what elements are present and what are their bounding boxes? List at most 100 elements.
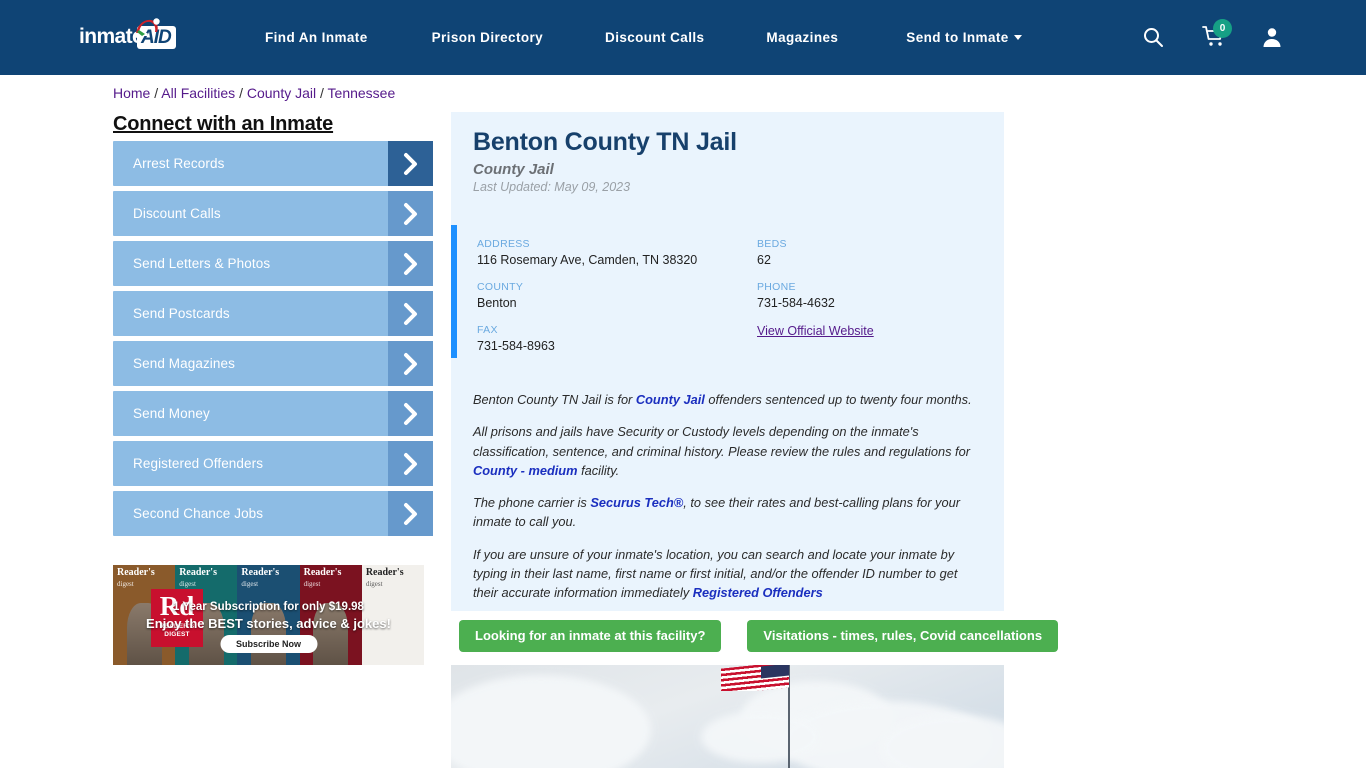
breadcrumb: Home / All Facilities / County Jail / Te… — [113, 85, 395, 101]
chevron-right-icon — [388, 441, 433, 486]
facility-fax-block: FAX 731-584-8963 — [477, 323, 757, 354]
facility-address-block: ADDRESS 116 Rosemary Ave, Camden, TN 383… — [477, 237, 757, 268]
facility-detail-card: Benton County TN Jail County Jail Last U… — [451, 112, 1004, 611]
breadcrumb-separator: / — [320, 85, 324, 101]
breadcrumb-item-home[interactable]: Home — [113, 85, 150, 101]
ad-brand-top: Reader's — [365, 567, 404, 578]
nav-item-find-an-inmate[interactable]: Find An Inmate — [265, 30, 368, 45]
sidebar-item-label: Send Postcards — [133, 306, 230, 321]
readers-digest-ad-banner[interactable]: Reader's digest Reader's digest Reader's… — [113, 565, 424, 665]
ad-brand-top: Reader's — [117, 567, 155, 578]
link-securus-tech[interactable]: Securus Tech® — [590, 495, 683, 510]
view-official-website-link[interactable]: View Official Website — [757, 323, 997, 339]
description-paragraph-4: If you are unsure of your inmate's locat… — [473, 545, 983, 603]
ad-subscribe-button[interactable]: Subscribe Now — [219, 635, 318, 653]
chevron-down-icon — [1013, 35, 1022, 40]
breadcrumb-item-county-jail[interactable]: County Jail — [247, 85, 316, 101]
link-registered-offenders[interactable]: Registered Offenders — [693, 585, 823, 600]
chevron-right-icon — [388, 391, 433, 436]
sidebar-item-discount-calls[interactable]: Discount Calls — [113, 191, 433, 236]
description-paragraph-2: All prisons and jails have Security or C… — [473, 422, 983, 480]
sidebar-item-registered-offenders[interactable]: Registered Offenders — [113, 441, 433, 486]
chevron-right-icon — [388, 291, 433, 336]
p2-text-a: All prisons and jails have Security or C… — [473, 424, 970, 459]
ad-headline-secondary: Enjoy the BEST stories, advice & jokes! — [146, 616, 391, 631]
nav-item-discount-calls[interactable]: Discount Calls — [605, 30, 704, 45]
chevron-right-icon — [388, 491, 433, 536]
visitations-button[interactable]: Visitations - times, rules, Covid cancel… — [747, 620, 1059, 652]
sidebar-heading: Connect with an Inmate — [113, 113, 334, 135]
ad-brand-bottom: digest — [303, 580, 321, 588]
beds-label: BEDS — [757, 238, 787, 250]
ad-brand-top: Reader's — [179, 567, 217, 578]
description-paragraph-1: Benton County TN Jail is for County Jail… — [473, 390, 983, 409]
nav-item-send-to-inmate[interactable]: Send to Inmate — [906, 30, 1022, 45]
p3-text-a: The phone carrier is — [473, 495, 591, 511]
breadcrumb-separator: / — [239, 85, 243, 101]
nav-item-prison-directory[interactable]: Prison Directory — [432, 30, 543, 45]
looking-for-inmate-button[interactable]: Looking for an inmate at this facility? — [459, 620, 722, 652]
ad-brand-bottom: digest — [365, 580, 383, 588]
chevron-right-icon — [388, 191, 433, 236]
breadcrumb-item-all-facilities[interactable]: All Facilities — [161, 85, 235, 101]
site-logo[interactable]: inmate AID — [79, 18, 183, 52]
sidebar-item-arrest-records[interactable]: Arrest Records — [113, 141, 433, 186]
ad-headline-primary: 1 Year Subscription for only $19.98 — [173, 601, 364, 613]
cta-button-row: Looking for an inmate at this facility? … — [459, 620, 1059, 652]
county-label: COUNTY — [477, 281, 524, 293]
link-county-jail[interactable]: County Jail — [636, 392, 705, 407]
sidebar-item-send-letters-photos[interactable]: Send Letters & Photos — [113, 241, 433, 286]
sidebar-item-label: Registered Offenders — [133, 456, 264, 471]
search-icon[interactable] — [1141, 25, 1165, 49]
nav-item-magazines[interactable]: Magazines — [766, 30, 838, 45]
ad-brand-top: Reader's — [241, 567, 280, 578]
ad-logo-badge-line2: DIGEST — [164, 631, 190, 638]
facility-county-block: COUNTY Benton — [477, 280, 757, 311]
sidebar-item-send-money[interactable]: Send Money — [113, 391, 433, 436]
sidebar-item-label: Send Money — [133, 406, 210, 421]
page-title: Benton County TN Jail — [473, 128, 737, 156]
american-flag-icon — [721, 665, 789, 691]
fax-label: FAX — [477, 324, 498, 336]
sidebar-menu: Arrest Records Discount Calls Send Lette… — [113, 141, 433, 541]
p1-text-a: Benton County TN Jail is for — [473, 392, 636, 407]
cart-icon[interactable]: 0 — [1202, 19, 1232, 49]
fax-value: 731-584-8963 — [477, 339, 555, 353]
sidebar-item-send-magazines[interactable]: Send Magazines — [113, 341, 433, 386]
sidebar-item-label: Discount Calls — [133, 206, 221, 221]
facility-website-block: View Official Website — [757, 323, 997, 339]
phone-label: PHONE — [757, 281, 796, 293]
cart-count-badge: 0 — [1213, 19, 1232, 38]
nav-item-send-to-inmate-label: Send to Inmate — [906, 30, 1009, 45]
main-nav-links: Find An Inmate Prison Directory Discount… — [265, 0, 1022, 75]
facility-description: Benton County TN Jail is for County Jail… — [473, 390, 983, 616]
sidebar-item-send-postcards[interactable]: Send Postcards — [113, 291, 433, 336]
facility-beds-block: BEDS 62 — [757, 237, 997, 268]
link-county-medium[interactable]: County - medium — [473, 463, 578, 478]
user-account-icon[interactable] — [1260, 25, 1284, 49]
phone-value: 731-584-4632 — [757, 296, 835, 310]
breadcrumb-item-tennessee[interactable]: Tennessee — [328, 85, 396, 101]
last-updated-text: Last Updated: May 09, 2023 — [473, 180, 631, 194]
facility-phone-block: PHONE 731-584-4632 — [757, 280, 997, 311]
chevron-right-icon — [388, 341, 433, 386]
ad-brand-bottom: digest — [117, 580, 134, 588]
facility-info-panel: ADDRESS 116 Rosemary Ave, Camden, TN 383… — [451, 224, 1004, 359]
facility-photo — [451, 665, 1004, 768]
sidebar-item-label: Second Chance Jobs — [133, 506, 264, 521]
sidebar-item-label: Send Magazines — [133, 356, 235, 371]
chevron-right-icon — [388, 141, 433, 186]
p1-text-b: offenders sentenced up to twenty four mo… — [704, 392, 972, 407]
accent-bar — [451, 225, 457, 358]
beds-value: 62 — [757, 253, 771, 267]
facility-type: County Jail — [473, 161, 554, 178]
facility-info-column-left: ADDRESS 116 Rosemary Ave, Camden, TN 383… — [477, 237, 757, 366]
sidebar-item-second-chance-jobs[interactable]: Second Chance Jobs — [113, 491, 433, 536]
county-value: Benton — [477, 296, 517, 310]
logo-text-aid: AID — [137, 26, 176, 49]
facility-info-column-right: BEDS 62 PHONE 731-584-4632 View Official… — [757, 237, 997, 351]
description-paragraph-3: The phone carrier is Securus Tech®, to s… — [473, 493, 983, 532]
ad-magazine-cover: Reader's digest — [361, 565, 424, 665]
ad-brand-bottom: digest — [241, 580, 259, 588]
sidebar-item-label: Send Letters & Photos — [133, 256, 271, 271]
